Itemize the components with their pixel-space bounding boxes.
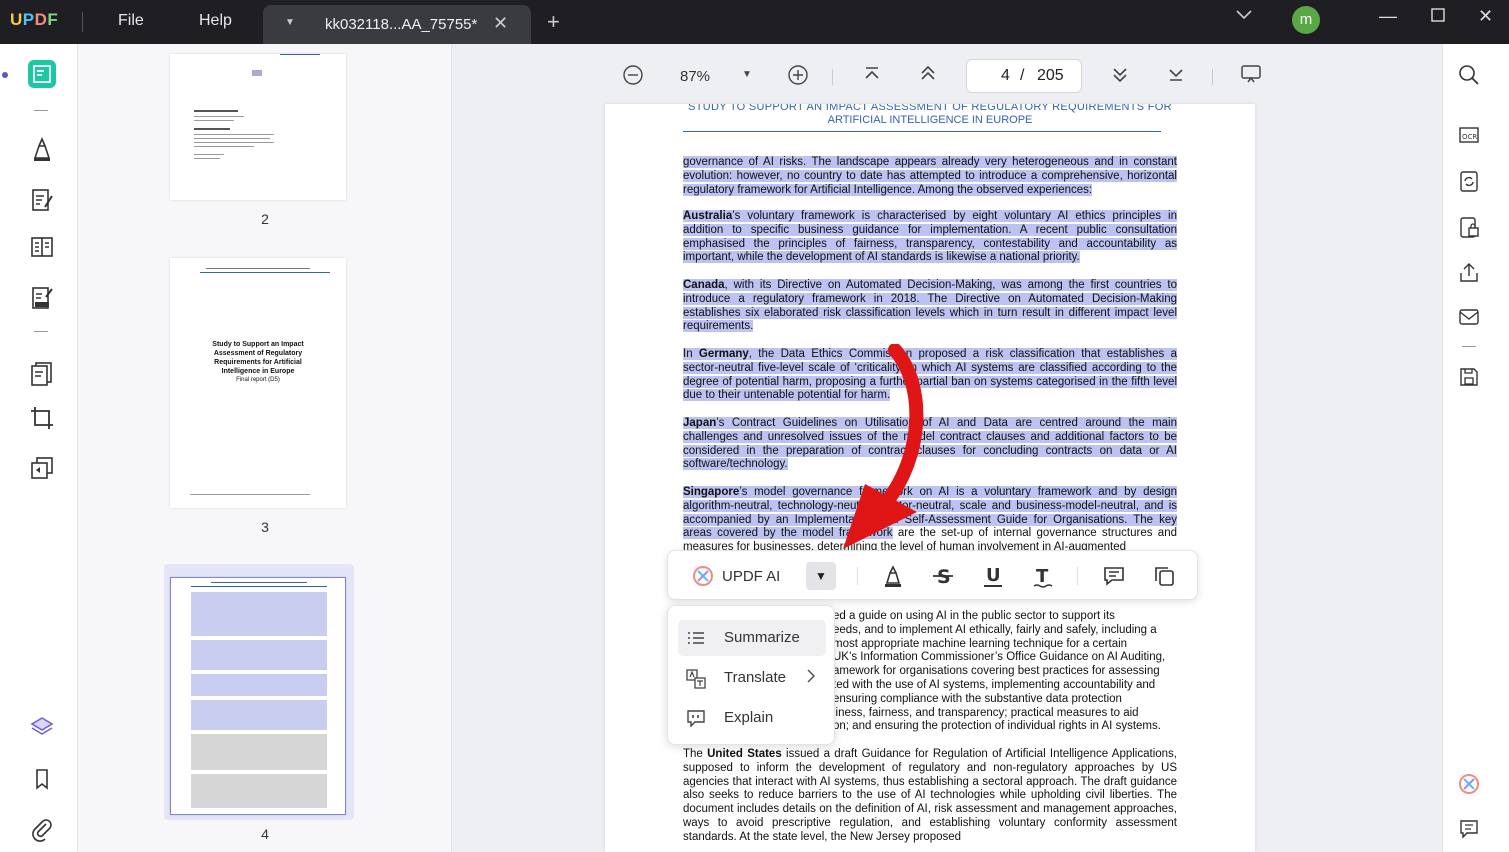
text-icon[interactable]: T — [1030, 563, 1056, 589]
comment-icon[interactable] — [1101, 563, 1127, 589]
comment-tool-icon[interactable] — [29, 136, 55, 162]
menu-file[interactable]: File — [118, 12, 144, 30]
close-window-icon[interactable]: ✕ — [1478, 6, 1493, 27]
rail-divider — [34, 331, 48, 332]
page-separator: / — [1020, 67, 1025, 84]
tab-dropdown-icon[interactable]: ▼ — [285, 17, 295, 28]
app-logo: UPDF — [10, 10, 59, 29]
page-header-subtitle: ARTIFICIAL INTELLIGENCE IN EUROPE — [827, 114, 1033, 126]
menu-help[interactable]: Help — [199, 12, 232, 30]
thumbnail-title: Study to Support an Impact Assessment of… — [212, 341, 304, 375]
rail-divider — [34, 110, 48, 111]
svg-text:T: T — [1036, 566, 1049, 587]
svg-text:S: S — [937, 566, 951, 588]
share-icon[interactable] — [1458, 261, 1480, 283]
paragraph-uk[interactable]: ed a guide on using AI in the public sec… — [833, 610, 1177, 734]
previous-page-icon[interactable] — [918, 64, 938, 84]
strikethrough-icon[interactable]: S — [930, 563, 956, 589]
list-icon — [686, 629, 706, 647]
thumbnail-page-number: 4 — [261, 826, 269, 842]
menu-item-translate[interactable]: Translate — [678, 660, 826, 696]
rail-indicator — [2, 72, 8, 78]
edit-pdf-icon[interactable] — [29, 187, 55, 213]
document-tab[interactable]: ▼ kk032118...AA_75755* ✕ — [263, 5, 531, 44]
menu-item-summarize[interactable]: Summarize — [678, 620, 826, 656]
thumbnail-page-3[interactable]: Study to Support an Impact Assessment of… — [170, 258, 346, 508]
avatar[interactable]: m — [1292, 6, 1320, 34]
zoom-out-icon[interactable] — [622, 64, 644, 86]
header-rule — [683, 131, 1161, 132]
first-page-icon[interactable] — [862, 64, 882, 84]
right-tool-rail: OCR — [1442, 44, 1509, 852]
svg-text:U: U — [986, 565, 1001, 586]
tab-close-icon[interactable]: ✕ — [493, 13, 508, 34]
highlight-icon[interactable] — [880, 563, 906, 589]
left-tool-rail — [0, 44, 78, 852]
current-page[interactable]: 4 — [1001, 67, 1010, 85]
underline-icon[interactable]: U — [980, 563, 1006, 589]
updf-ai-icon[interactable] — [1458, 773, 1480, 795]
convert-icon[interactable] — [29, 455, 55, 481]
thumbnail-page-number: 3 — [261, 519, 269, 535]
save-icon[interactable] — [1458, 366, 1480, 388]
zoom-level[interactable]: 87% — [680, 68, 710, 85]
tab-title: kk032118...AA_75755* — [325, 16, 478, 33]
toolbar-divider — [857, 567, 858, 585]
menu-item-explain[interactable]: Explain — [678, 700, 826, 736]
toolbar-divider — [1077, 567, 1078, 585]
ai-action-menu: Summarize Translate Explain — [667, 605, 835, 745]
page-header: STUDY TO SUPPORT AN IMPACT ASSESSMENT OF… — [688, 104, 1172, 113]
ai-dropdown-button[interactable]: ▼ — [806, 562, 836, 590]
toolbar-divider — [1212, 69, 1213, 85]
fill-sign-icon[interactable] — [29, 285, 55, 311]
paragraph-united-states[interactable]: The United States issued a draft Guidanc… — [683, 748, 1177, 845]
next-page-icon[interactable] — [1110, 64, 1130, 84]
chevron-down-icon[interactable] — [1236, 10, 1252, 20]
minimize-icon[interactable]: — — [1379, 6, 1397, 27]
translate-icon — [686, 669, 706, 689]
attachment-icon[interactable] — [29, 816, 55, 842]
explain-icon — [686, 709, 706, 727]
zoom-in-icon[interactable] — [787, 64, 809, 86]
convert-pdf-icon[interactable] — [1458, 170, 1480, 192]
view-toolbar: 87% ▼ 4 / 205 — [452, 44, 1442, 104]
chevron-right-icon — [806, 668, 816, 684]
paragraph-australia[interactable]: Australia’s voluntary framework is chara… — [683, 210, 1177, 265]
presentation-icon[interactable] — [1240, 64, 1262, 84]
bookmark-icon[interactable] — [29, 766, 55, 792]
arrow-annotation-icon — [843, 344, 924, 549]
layers-icon[interactable] — [29, 714, 55, 740]
title-bar: UPDF File Help ▼ kk032118...AA_75755* ✕ … — [0, 0, 1509, 44]
page-number-input[interactable]: 4 / 205 — [966, 59, 1082, 93]
thumbnail-page-4[interactable] — [170, 577, 346, 815]
rail-divider — [1462, 346, 1476, 347]
email-icon[interactable] — [1458, 306, 1480, 328]
svg-text:OCR: OCR — [1462, 133, 1477, 141]
ocr-icon[interactable]: OCR — [1458, 124, 1480, 146]
zoom-dropdown-icon[interactable]: ▼ — [742, 69, 752, 80]
paragraph-canada[interactable]: Canada, with its Directive on Automated … — [683, 279, 1177, 334]
toolbar-divider — [832, 69, 833, 85]
thumbnail-page-number: 2 — [261, 211, 269, 227]
form-icon[interactable] — [29, 234, 55, 260]
thumbnail-panel: 2 Study to Support an Impact Assessment … — [78, 44, 452, 852]
thumbnail-page-2[interactable] — [170, 54, 346, 200]
protect-icon[interactable] — [1458, 216, 1480, 238]
updf-ai-logo-icon[interactable] — [692, 565, 714, 587]
new-tab-icon[interactable]: + — [547, 9, 560, 35]
last-page-icon[interactable] — [1166, 64, 1186, 84]
maximize-icon[interactable] — [1431, 8, 1445, 22]
updf-ai-button[interactable]: UPDF AI — [722, 568, 780, 585]
title-divider — [82, 12, 83, 32]
search-icon[interactable] — [1458, 64, 1480, 86]
crop-icon[interactable] — [29, 405, 55, 431]
selection-toolbar: UPDF AI ▼ S U T — [667, 550, 1198, 600]
total-pages: 205 — [1037, 67, 1064, 84]
paragraph-intro[interactable]: governance of AI risks. The landscape ap… — [683, 156, 1177, 197]
reader-mode-icon[interactable] — [28, 60, 56, 88]
copy-icon[interactable] — [1151, 563, 1177, 589]
organize-pages-icon[interactable] — [29, 360, 55, 386]
thumbnail-subtitle: Final report (D5) — [236, 377, 280, 383]
comments-panel-icon[interactable] — [1458, 818, 1480, 840]
